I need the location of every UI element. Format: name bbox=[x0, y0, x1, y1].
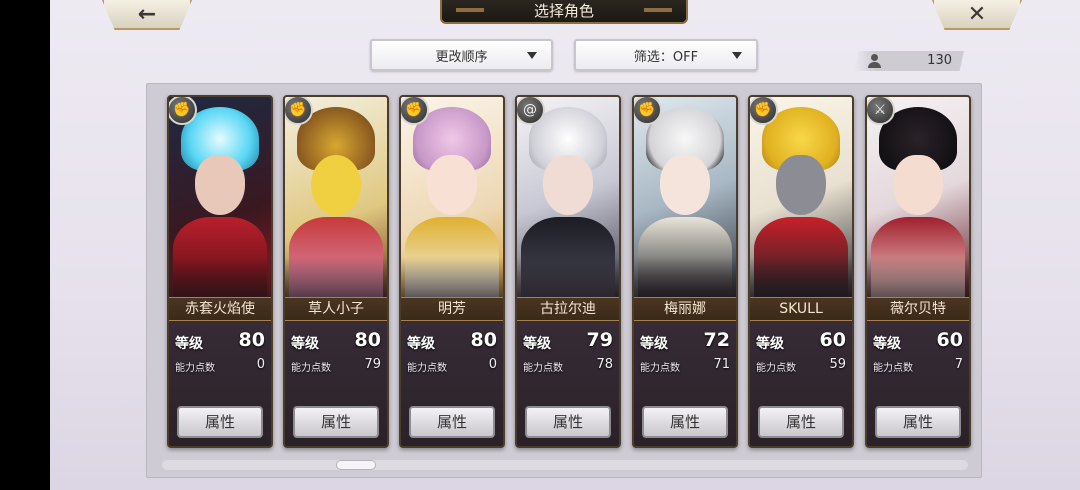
sword-icon: ⚔ bbox=[867, 97, 895, 125]
character-count: 130 bbox=[854, 51, 964, 71]
points-label: 能力点数 bbox=[523, 363, 563, 374]
close-icon: ✕ bbox=[967, 1, 987, 27]
level-label: 等级 bbox=[873, 336, 901, 352]
points-value: 79 bbox=[364, 357, 381, 372]
character-portrait bbox=[750, 97, 852, 297]
points-label: 能力点数 bbox=[756, 363, 796, 374]
order-dropdown-label: 更改顺序 bbox=[435, 49, 488, 65]
character-portrait bbox=[634, 97, 736, 297]
attributes-button[interactable]: 属性 bbox=[875, 406, 961, 438]
level-value: 79 bbox=[586, 329, 613, 351]
order-dropdown[interactable]: 更改顺序 bbox=[370, 39, 553, 71]
character-card[interactable]: ✊ SKULL 等级 60 能力点数 59 属性 bbox=[748, 95, 854, 448]
attributes-button[interactable]: 属性 bbox=[177, 406, 263, 438]
character-card[interactable]: ✊ 赤套火焰使 等级 80 能力点数 0 属性 bbox=[167, 95, 273, 448]
character-card[interactable]: ✊ 梅丽娜 等级 72 能力点数 71 属性 bbox=[632, 95, 738, 448]
character-portrait bbox=[285, 97, 387, 297]
character-portrait bbox=[517, 97, 619, 297]
character-name: 明芳 bbox=[401, 297, 503, 321]
horizontal-scrollbar[interactable] bbox=[162, 460, 968, 470]
fist-icon: ✊ bbox=[169, 97, 197, 125]
chevron-down-icon bbox=[527, 52, 537, 59]
attributes-button[interactable]: 属性 bbox=[409, 406, 495, 438]
points-label: 能力点数 bbox=[291, 363, 331, 374]
character-name: 薇尔贝特 bbox=[867, 297, 969, 321]
points-value: 71 bbox=[713, 357, 730, 372]
filter-dropdown-label: 筛选：OFF bbox=[633, 49, 699, 65]
attributes-button[interactable]: 属性 bbox=[758, 406, 844, 438]
points-value: 7 bbox=[954, 357, 963, 372]
back-arrow-icon: ← bbox=[137, 1, 157, 27]
points-label: 能力点数 bbox=[175, 363, 215, 374]
fist-icon: ✊ bbox=[401, 97, 429, 125]
character-name: 草人小子 bbox=[285, 297, 387, 321]
filter-dropdown[interactable]: 筛选：OFF bbox=[574, 39, 758, 71]
character-select-screen: ← 选择角色 ✕ 更改顺序 筛选：OFF 130 ✊ 赤套火焰使 等级 80 能力… bbox=[50, 0, 1080, 490]
back-button[interactable]: ← bbox=[102, 0, 192, 30]
character-name: 梅丽娜 bbox=[634, 297, 736, 321]
character-portrait bbox=[401, 97, 503, 297]
character-name: SKULL bbox=[750, 297, 852, 321]
points-value: 0 bbox=[488, 357, 497, 372]
level-label: 等级 bbox=[756, 336, 784, 352]
fist-icon: ✊ bbox=[634, 97, 662, 125]
character-count-value: 130 bbox=[927, 53, 952, 68]
points-label: 能力点数 bbox=[873, 363, 913, 374]
character-name: 赤套火焰使 bbox=[169, 297, 271, 321]
character-card[interactable]: @ 古拉尔迪 等级 79 能力点数 78 属性 bbox=[515, 95, 621, 448]
points-label: 能力点数 bbox=[640, 363, 680, 374]
points-label: 能力点数 bbox=[407, 363, 447, 374]
fist-icon: ✊ bbox=[750, 97, 778, 125]
spiral-icon: @ bbox=[517, 97, 545, 125]
level-value: 60 bbox=[819, 329, 846, 351]
close-button[interactable]: ✕ bbox=[932, 0, 1022, 30]
level-label: 等级 bbox=[640, 336, 668, 352]
points-value: 78 bbox=[596, 357, 613, 372]
level-value: 60 bbox=[936, 329, 963, 351]
level-value: 80 bbox=[238, 329, 265, 351]
level-label: 等级 bbox=[407, 336, 435, 352]
character-card[interactable]: ⚔ 薇尔贝特 等级 60 能力点数 7 属性 bbox=[865, 95, 971, 448]
character-name: 古拉尔迪 bbox=[517, 297, 619, 321]
character-portrait bbox=[867, 97, 969, 297]
level-value: 72 bbox=[703, 329, 730, 351]
chevron-down-icon bbox=[732, 52, 742, 59]
attributes-button[interactable]: 属性 bbox=[525, 406, 611, 438]
level-label: 等级 bbox=[291, 336, 319, 352]
points-value: 59 bbox=[829, 357, 846, 372]
level-label: 等级 bbox=[175, 336, 203, 352]
points-value: 0 bbox=[256, 357, 265, 372]
user-icon bbox=[868, 54, 881, 68]
level-value: 80 bbox=[354, 329, 381, 351]
fist-icon: ✊ bbox=[285, 97, 313, 125]
attributes-button[interactable]: 属性 bbox=[642, 406, 728, 438]
attributes-button[interactable]: 属性 bbox=[293, 406, 379, 438]
level-value: 80 bbox=[470, 329, 497, 351]
character-card[interactable]: ✊ 明芳 等级 80 能力点数 0 属性 bbox=[399, 95, 505, 448]
character-portrait bbox=[169, 97, 271, 297]
level-label: 等级 bbox=[523, 336, 551, 352]
page-title: 选择角色 bbox=[440, 0, 688, 24]
character-card[interactable]: ✊ 草人小子 等级 80 能力点数 79 属性 bbox=[283, 95, 389, 448]
scrollbar-thumb[interactable] bbox=[336, 460, 376, 470]
